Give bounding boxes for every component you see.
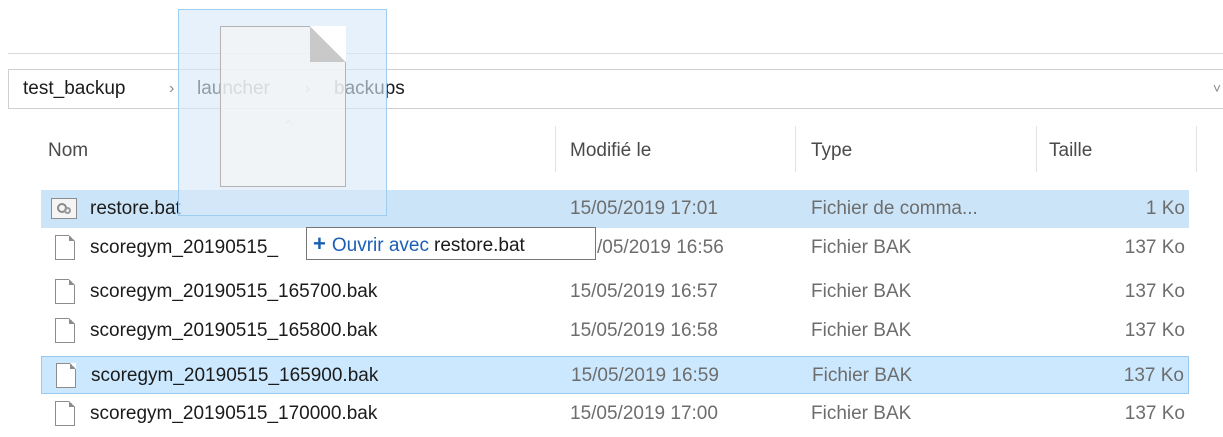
file-icon bbox=[55, 279, 75, 304]
column-header-type[interactable]: Type bbox=[811, 137, 852, 165]
file-icon bbox=[55, 401, 75, 426]
file-size: 137 Ko bbox=[1124, 403, 1185, 424]
file-row[interactable]: scoregym_20190515_ /05/2019 16:56 Fichie… bbox=[41, 229, 1189, 267]
breadcrumb-item-test-backup[interactable]: test_backup bbox=[23, 76, 125, 102]
drop-action-target: restore.bat bbox=[434, 235, 525, 256]
file-size: 1 Ko bbox=[1145, 198, 1185, 219]
file-name: scoregym_20190515_165800.bak bbox=[90, 320, 378, 341]
file-row[interactable]: scoregym_20190515_165700.bak 15/05/2019 … bbox=[41, 273, 1189, 311]
drop-action-verb: Ouvrir avec bbox=[331, 235, 429, 256]
file-type: Fichier BAK bbox=[811, 281, 912, 302]
drop-action-tooltip: + Ouvrir avec restore.bat bbox=[306, 227, 596, 260]
file-icon bbox=[56, 363, 76, 388]
file-size: 137 Ko bbox=[1124, 237, 1185, 258]
file-size: 137 Ko bbox=[1124, 281, 1185, 302]
file-type: Fichier BAK bbox=[811, 320, 912, 341]
batch-file-icon bbox=[51, 198, 77, 219]
file-type: Fichier BAK bbox=[812, 365, 913, 386]
file-modified: 15/05/2019 17:01 bbox=[570, 198, 718, 219]
file-modified: 15/05/2019 16:57 bbox=[570, 281, 718, 302]
file-row[interactable]: scoregym_20190515_165800.bak 15/05/2019 … bbox=[41, 312, 1189, 350]
breadcrumb-separator-icon: › bbox=[169, 80, 175, 97]
column-divider[interactable] bbox=[1036, 126, 1037, 172]
file-name: scoregym_20190515_170000.bak bbox=[90, 403, 378, 424]
file-row[interactable]: scoregym_20190515_170000.bak 15/05/2019 … bbox=[41, 395, 1189, 433]
file-modified: 15/05/2019 16:59 bbox=[571, 365, 719, 386]
file-row[interactable]: scoregym_20190515_165900.bak 15/05/2019 … bbox=[41, 356, 1189, 394]
column-header-modified[interactable]: Modifié le bbox=[570, 137, 651, 165]
plus-icon: + bbox=[313, 231, 326, 256]
file-size: 137 Ko bbox=[1124, 320, 1185, 341]
file-name: scoregym_20190515_ bbox=[90, 237, 279, 258]
dragged-file-fold bbox=[310, 26, 346, 62]
column-divider[interactable] bbox=[795, 126, 796, 172]
file-icon bbox=[55, 235, 75, 260]
column-header-size[interactable]: Taille bbox=[1049, 137, 1092, 165]
file-size: 137 Ko bbox=[1123, 365, 1184, 386]
column-divider[interactable] bbox=[1196, 126, 1197, 172]
file-modified: /05/2019 16:56 bbox=[597, 237, 724, 258]
file-type: Fichier BAK bbox=[811, 403, 912, 424]
file-modified: 15/05/2019 16:58 bbox=[570, 320, 718, 341]
file-type: Fichier BAK bbox=[811, 237, 912, 258]
file-icon bbox=[55, 318, 75, 343]
chevron-down-icon[interactable]: ˅ bbox=[1213, 80, 1221, 96]
file-modified: 15/05/2019 17:00 bbox=[570, 403, 718, 424]
file-name: scoregym_20190515_165700.bak bbox=[90, 281, 378, 302]
column-divider[interactable] bbox=[555, 126, 556, 172]
file-name: restore.bat bbox=[90, 198, 181, 219]
file-name: scoregym_20190515_165900.bak bbox=[91, 365, 379, 386]
column-header-name[interactable]: Nom bbox=[48, 137, 88, 165]
file-type: Fichier de comma... bbox=[811, 198, 978, 219]
